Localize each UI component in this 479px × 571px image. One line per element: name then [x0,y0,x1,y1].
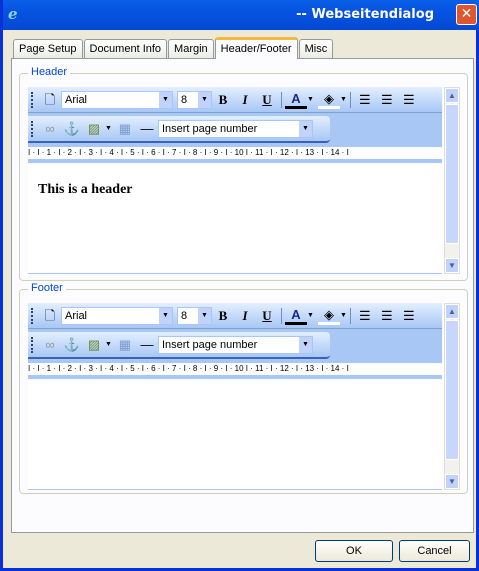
insert-toolbar: ∞ ⚓ ▨ ▼ ▦ — Insert page number ▼ [28,116,330,143]
tab-panel: Header 🗋 Arial ▼ 8 ▼ B I U A ▼ ◈ ▼ ☰ ☰ ☰ ∞… [11,58,474,533]
align-left-icon[interactable]: ☰ [354,90,376,110]
new-document-icon[interactable]: 🗋 [39,306,61,326]
title-bar: e -- Webseitendialog ✕ [3,0,479,30]
insert-toolbar: ∞ ⚓ ▨ ▼ ▦ — Insert page number ▼ [28,332,330,359]
size-value: 8 [181,309,188,322]
separator [281,91,282,108]
font-color-icon[interactable]: A [285,307,307,325]
link-icon[interactable]: ∞ [39,335,61,355]
align-left-icon[interactable]: ☰ [354,306,376,326]
new-document-icon[interactable]: 🗋 [39,90,61,110]
align-center-icon[interactable]: ☰ [376,90,398,110]
toolbar-grip[interactable] [31,120,34,137]
fieldset-legend: Header [28,66,71,78]
insert-value: Insert page number [161,122,258,135]
chevron-down-icon: ▼ [298,120,312,137]
size-select[interactable]: 8 ▼ [177,306,212,325]
insert-page-number-select[interactable]: Insert page number ▼ [157,119,313,138]
chevron-down-icon: ▼ [159,91,172,108]
highlight-color-icon[interactable]: ◈ [317,91,340,109]
chevron-down-icon: ▼ [198,307,211,324]
chevron-down-icon[interactable]: ▼ [105,125,112,132]
tab-page-setup[interactable]: Page Setup [13,39,83,59]
highlight-color-icon[interactable]: ◈ [317,307,340,325]
format-toolbar: 🗋 Arial ▼ 8 ▼ B I U A ▼ ◈ ▼ ☰ ☰ ☰ [28,303,442,329]
ie-icon: e [8,5,18,23]
insert-page-number-select[interactable]: Insert page number ▼ [157,335,313,354]
footer-content-area[interactable] [28,379,442,490]
ruler: I · I · 1 · I · 2 · I · 3 · I · 4 · I · … [28,363,442,375]
anchor-icon[interactable]: ⚓ [61,335,83,355]
footer-fieldset: Footer 🗋 Arial ▼ 8 ▼ B I U A ▼ ◈ ▼ ☰ ☰ ☰ ∞… [19,282,468,495]
image-icon[interactable]: ▨ [83,335,105,355]
separator [281,307,282,324]
vertical-scrollbar[interactable]: ▲ ▼ [444,303,460,490]
scroll-thumb[interactable] [445,104,459,244]
italic-icon[interactable]: I [234,90,256,110]
scroll-down-icon[interactable]: ▼ [445,474,459,489]
scroll-thumb[interactable] [445,320,459,460]
chevron-down-icon[interactable]: ▼ [307,312,314,319]
close-button[interactable]: ✕ [456,4,477,25]
dialog-window: e -- Webseitendialog ✕ Page Setup Docume… [0,0,479,571]
toolbar-grip[interactable] [31,91,34,108]
chevron-down-icon[interactable]: ▼ [340,312,347,319]
size-select[interactable]: 8 ▼ [177,90,212,109]
scroll-down-icon[interactable]: ▼ [445,258,459,273]
italic-icon[interactable]: I [234,306,256,326]
bold-icon[interactable]: B [212,306,234,326]
vertical-scrollbar[interactable]: ▲ ▼ [444,87,460,274]
bold-icon[interactable]: B [212,90,234,110]
font-select[interactable]: Arial ▼ [61,306,173,325]
ok-button[interactable]: OK [315,540,393,562]
footer-editor: 🗋 Arial ▼ 8 ▼ B I U A ▼ ◈ ▼ ☰ ☰ ☰ ∞ ⚓ ▨ ▼ … [28,303,460,495]
underline-icon[interactable]: U [256,306,278,326]
chevron-down-icon: ▼ [159,307,172,324]
link-icon[interactable]: ∞ [39,119,61,139]
scroll-up-icon[interactable]: ▲ [445,304,459,319]
separator [349,91,351,108]
chevron-down-icon: ▼ [298,336,312,353]
tab-margin[interactable]: Margin [168,39,214,59]
table-icon[interactable]: ▦ [114,119,136,139]
tab-document-info[interactable]: Document Info [83,39,168,59]
chevron-down-icon: ▼ [198,91,211,108]
anchor-icon[interactable]: ⚓ [61,119,83,139]
chevron-down-icon[interactable]: ▼ [105,341,112,348]
ruler: I · I · 1 · I · 2 · I · 3 · I · 4 · I · … [28,147,442,159]
tab-misc[interactable]: Misc [298,39,334,59]
chevron-down-icon[interactable]: ▼ [307,96,314,103]
fieldset-legend: Footer [28,282,66,294]
tab-header-footer[interactable]: Header/Footer [214,37,298,59]
font-value: Arial [65,309,88,322]
font-color-icon[interactable]: A [285,91,307,109]
header-editor: 🗋 Arial ▼ 8 ▼ B I U A ▼ ◈ ▼ ☰ ☰ ☰ ∞ ⚓ ▨ ▼ … [28,87,460,279]
toolbar-grip[interactable] [31,336,34,353]
image-icon[interactable]: ▨ [83,119,105,139]
separator [349,307,351,324]
window-title: -- Webseitendialog [296,7,434,22]
font-value: Arial [65,93,88,106]
table-icon[interactable]: ▦ [114,335,136,355]
cancel-button[interactable]: Cancel [399,540,470,562]
horizontal-rule-icon[interactable]: — [136,119,158,139]
header-fieldset: Header 🗋 Arial ▼ 8 ▼ B I U A ▼ ◈ ▼ ☰ ☰ ☰ ∞… [19,66,468,281]
align-right-icon[interactable]: ☰ [398,306,420,326]
align-center-icon[interactable]: ☰ [376,306,398,326]
size-value: 8 [181,93,188,106]
tab-bar: Page Setup Document Info Margin Header/F… [13,37,334,59]
toolbar-grip[interactable] [31,307,34,324]
align-right-icon[interactable]: ☰ [398,90,420,110]
header-content-area[interactable]: This is a header [28,163,442,274]
format-toolbar: 🗋 Arial ▼ 8 ▼ B I U A ▼ ◈ ▼ ☰ ☰ ☰ [28,87,442,113]
scroll-up-icon[interactable]: ▲ [445,88,459,103]
underline-icon[interactable]: U [256,90,278,110]
insert-value: Insert page number [161,338,258,351]
horizontal-rule-icon[interactable]: — [136,335,158,355]
font-select[interactable]: Arial ▼ [61,90,173,109]
chevron-down-icon[interactable]: ▼ [340,96,347,103]
